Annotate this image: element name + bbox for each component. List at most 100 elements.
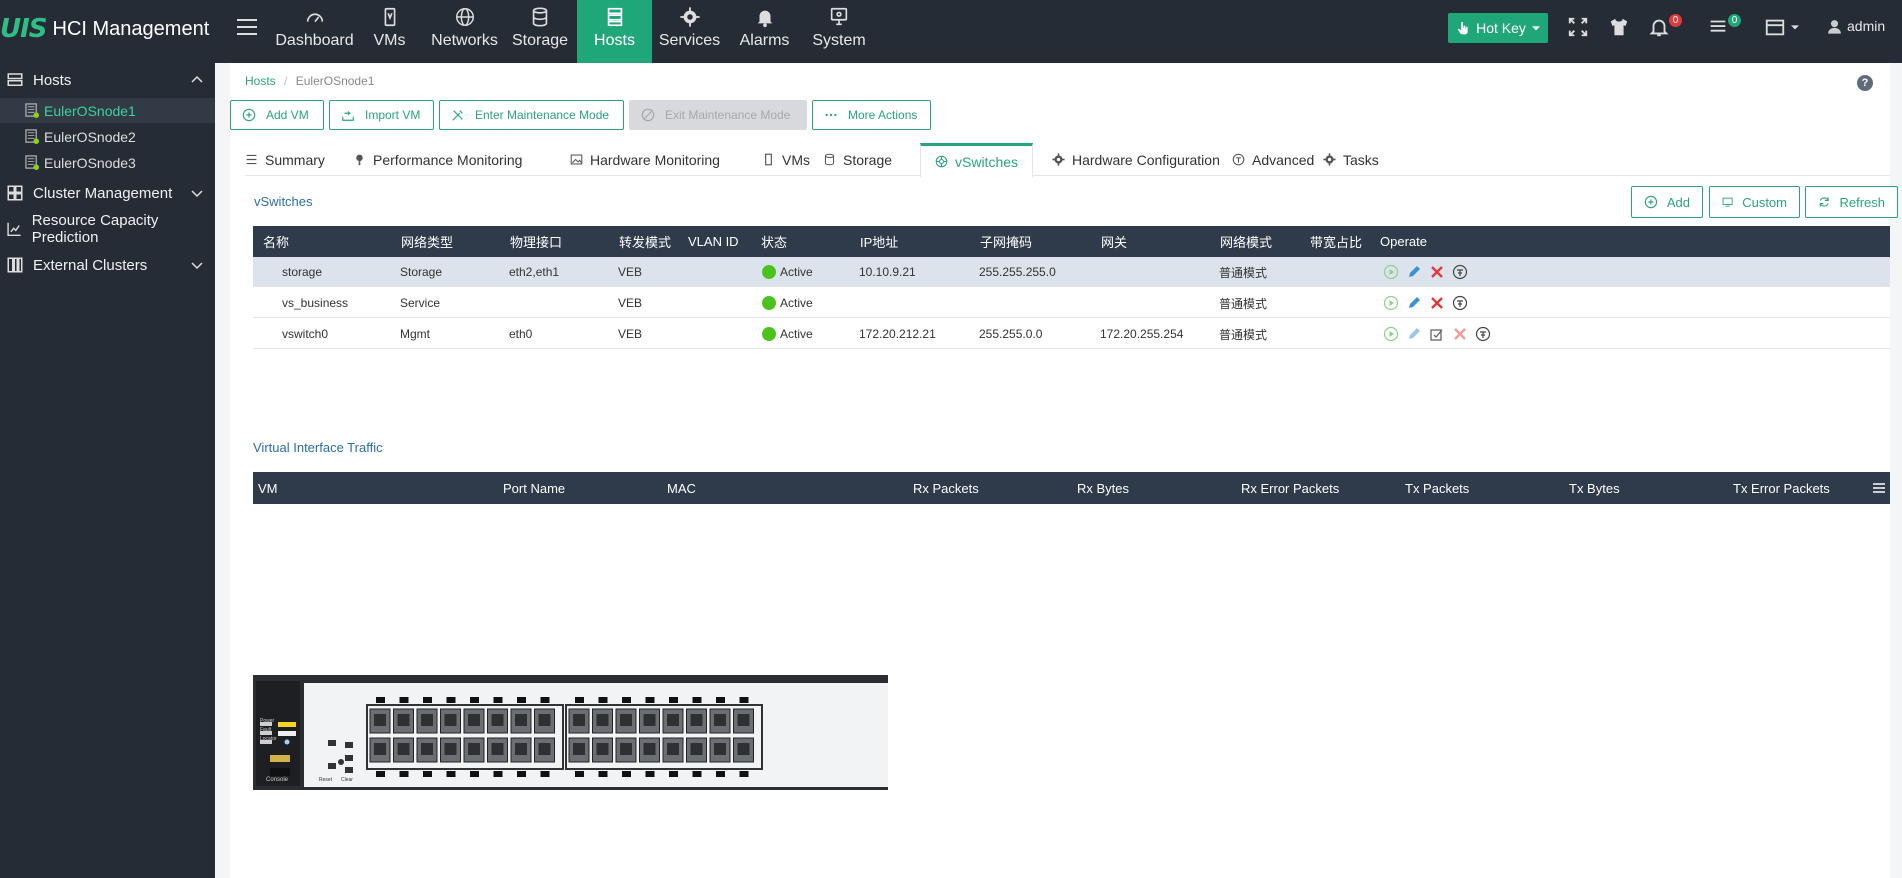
column-header[interactable]: 转发模式 (619, 226, 671, 257)
hot-key-button[interactable]: Hot Key (1448, 13, 1548, 43)
tab-storage[interactable]: Storage (823, 143, 892, 176)
refresh-button[interactable]: Refresh (1805, 186, 1898, 218)
status-text: Active (780, 265, 813, 279)
table-row[interactable]: vs_business Service VEB Active 普通模式 (253, 288, 1890, 318)
column-header[interactable]: Rx Packets (913, 472, 979, 504)
delete-x-icon[interactable] (1429, 264, 1445, 280)
calendar-caret-icon[interactable] (1791, 23, 1799, 31)
exit-maintenance-mode-button[interactable]: Exit Maintenance Mode (629, 100, 807, 130)
delete-x-icon[interactable] (1429, 295, 1445, 311)
sidebar-host-euleros-node2[interactable]: EulerOSnode2 (0, 124, 215, 149)
status-text: Active (780, 327, 813, 341)
bandwidth-info-icon[interactable] (1452, 264, 1468, 280)
nav-tab-alarms[interactable]: Alarms (733, 0, 796, 63)
start-icon[interactable] (1383, 295, 1399, 311)
sidebar-item-cluster-management[interactable]: Cluster Management (0, 176, 215, 210)
column-header[interactable]: Port Name (503, 472, 565, 504)
column-header[interactable]: 带宽占比 (1310, 226, 1362, 257)
nav-tab-dashboard[interactable]: Dashboard (275, 0, 354, 63)
gauge-icon (306, 13, 323, 23)
tab-performance-monitoring[interactable]: Performance Monitoring (353, 143, 522, 176)
custom-columns-button[interactable]: Custom (1709, 186, 1800, 218)
edit-pencil-icon[interactable] (1406, 264, 1422, 280)
breadcrumb-hosts-link[interactable]: Hosts (245, 74, 276, 88)
more-actions-button[interactable]: More Actions (812, 100, 931, 130)
tab-hardware-monitoring[interactable]: Hardware Monitoring (570, 143, 720, 176)
task-list-icon[interactable] (1707, 16, 1729, 38)
column-header[interactable]: Tx Bytes (1569, 472, 1620, 504)
nav-tab-vms[interactable]: VMs (362, 0, 417, 63)
nav-tab-storage[interactable]: Storage (509, 0, 571, 63)
fault-label: Fault (260, 727, 272, 733)
menu-toggle-icon[interactable] (237, 19, 257, 35)
start-icon[interactable] (1383, 326, 1399, 342)
column-header[interactable]: MAC (667, 472, 696, 504)
column-header[interactable]: 网关 (1101, 226, 1127, 257)
fullscreen-icon[interactable] (1567, 16, 1589, 38)
tab-vms[interactable]: VMs (762, 143, 810, 176)
delete-x-icon[interactable] (1452, 326, 1468, 342)
breadcrumb-current: EulerOSnode1 (295, 74, 375, 88)
tab-summary[interactable]: Summary (245, 143, 325, 176)
exit-maintenance-icon (641, 108, 655, 122)
nav-tab-services[interactable]: Services (656, 0, 723, 63)
port-number-tab (540, 771, 550, 777)
column-header[interactable]: Rx Error Packets (1241, 472, 1339, 504)
column-header[interactable]: Tx Packets (1405, 472, 1469, 504)
column-header[interactable]: 名称 (263, 226, 289, 257)
sidebar-host-euleros-node3[interactable]: EulerOSnode3 (0, 150, 215, 175)
notification-bell-icon[interactable] (1648, 16, 1670, 38)
column-header[interactable]: 网络模式 (1220, 226, 1272, 257)
nav-tab-label: System (812, 32, 866, 49)
theme-shirt-icon[interactable] (1608, 16, 1630, 38)
chevron-down-icon[interactable] (191, 187, 203, 199)
bandwidth-info-icon[interactable] (1475, 326, 1491, 342)
tab-advanced[interactable]: Advanced (1232, 143, 1314, 176)
column-header[interactable]: 物理接口 (510, 226, 562, 257)
breadcrumb: Hosts / EulerOSnode1 (245, 74, 374, 88)
chevron-down-icon[interactable] (191, 259, 203, 271)
sidebar-host-label: EulerOSnode2 (44, 128, 136, 145)
sidebar-item-resource-capacity-prediction[interactable]: Resource Capacity Prediction (0, 212, 215, 246)
column-header[interactable]: Tx Error Packets (1733, 472, 1830, 504)
tab-vswitches[interactable]: vSwitches (920, 143, 1034, 177)
column-header[interactable]: VM (258, 472, 278, 504)
table-row[interactable]: vswitch0 Mgmt eth0 VEB Active 172.20.212… (253, 319, 1890, 349)
bandwidth-info-icon[interactable] (1452, 295, 1468, 311)
help-icon[interactable]: ? (1857, 75, 1873, 91)
sidebar-host-euleros-node1[interactable]: EulerOSnode1 (0, 98, 215, 123)
import-vm-button[interactable]: Import VM (329, 100, 434, 130)
clear-label: Clear (341, 777, 353, 783)
column-header[interactable]: VLAN ID (688, 226, 739, 257)
port-number-tab (739, 771, 749, 777)
column-header[interactable]: IP地址 (860, 226, 898, 257)
app-logo[interactable]: UIS HCI Management (0, 14, 209, 44)
nav-tab-system[interactable]: System (806, 0, 872, 63)
edit-pencil-icon[interactable] (1406, 295, 1422, 311)
exit-maintenance-label: Exit Maintenance Mode (665, 108, 791, 122)
column-header[interactable]: 网络类型 (401, 226, 453, 257)
column-menu-icon[interactable] (1873, 482, 1885, 494)
username[interactable]: admin (1847, 18, 1885, 34)
nav-tab-hosts[interactable]: Hosts (577, 0, 652, 63)
sidebar-item-hosts[interactable]: Hosts (0, 63, 215, 97)
add-vm-button[interactable]: Add VM (230, 100, 324, 130)
rj45-port-socket (596, 714, 609, 726)
cell-type: Storage (400, 265, 443, 279)
column-header[interactable]: 子网掩码 (980, 226, 1032, 257)
user-icon[interactable] (1826, 18, 1843, 35)
port-config-icon[interactable] (1429, 326, 1445, 342)
calendar-icon[interactable] (1764, 16, 1786, 38)
table-row[interactable]: storage Storage eth2,eth1 VEB Active 10.… (253, 257, 1890, 287)
start-icon[interactable] (1383, 264, 1399, 280)
column-header[interactable]: Rx Bytes (1077, 472, 1129, 504)
tab-tasks[interactable]: Tasks (1323, 143, 1379, 176)
sidebar-item-external-clusters[interactable]: External Clusters (0, 248, 215, 282)
tab-hardware-configuration[interactable]: Hardware Configuration (1052, 143, 1220, 176)
nav-tab-networks[interactable]: Networks (427, 0, 502, 63)
add-vswitch-button[interactable]: Add (1631, 186, 1703, 218)
chevron-up-icon[interactable] (191, 74, 203, 86)
column-header[interactable]: 状态 (761, 226, 787, 257)
edit-pencil-icon[interactable] (1406, 326, 1422, 342)
enter-maintenance-mode-button[interactable]: Enter Maintenance Mode (439, 100, 624, 130)
